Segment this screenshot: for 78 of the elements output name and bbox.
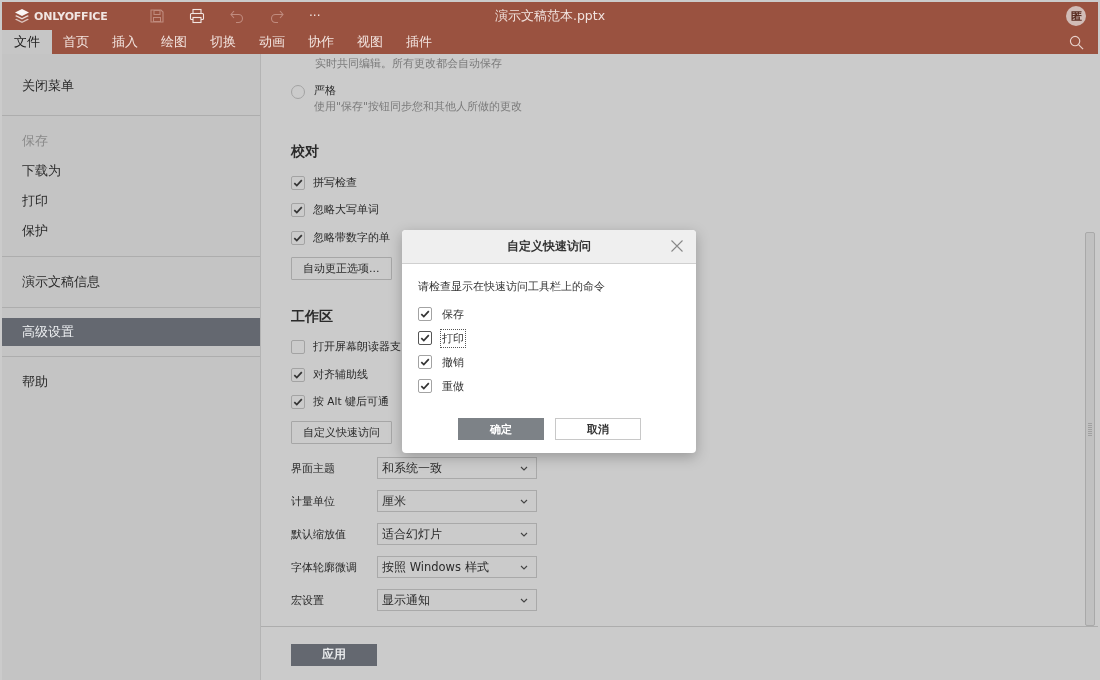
dropdown-value: 适合幻灯片 — [382, 526, 443, 542]
tab[interactable]: 文件 — [2, 30, 52, 54]
checkbox-label: 保存 — [441, 306, 465, 323]
menu-item[interactable]: 打印 — [2, 186, 260, 216]
checkbox-label: 忽略大写单词 — [313, 203, 379, 218]
tab[interactable]: 协作 — [297, 30, 346, 54]
document-title: 演示文稿范本.pptx — [494, 7, 606, 25]
cancel-button[interactable]: 取消 — [555, 418, 641, 440]
dropdown-value: 显示通知 — [382, 592, 431, 608]
settings-button[interactable]: 自定义快速访问 — [291, 421, 392, 444]
caret-icon — [520, 564, 528, 570]
checkbox[interactable] — [418, 331, 432, 345]
print-icon[interactable] — [189, 8, 205, 24]
settings-button[interactable]: 自动更正选项... — [291, 256, 392, 280]
apply-button[interactable]: 应用 — [291, 643, 377, 666]
field-label: 界面主题 — [291, 460, 336, 476]
menu-item[interactable]: 高级设置 — [2, 318, 260, 346]
checkbox[interactable] — [291, 395, 305, 410]
checkbox[interactable] — [291, 175, 305, 190]
field-label: 字体轮廓微调 — [291, 559, 358, 575]
hint-text: 使用"保存"按钮同步您和其他人所做的更改 — [314, 99, 523, 115]
close-icon[interactable] — [671, 240, 683, 252]
caret-icon — [520, 465, 528, 471]
search-icon[interactable] — [1069, 34, 1084, 50]
checkbox-label: 打开屏幕朗读器支 — [313, 340, 401, 355]
checkbox[interactable] — [291, 203, 305, 218]
checkbox-label: 重做 — [441, 378, 465, 395]
tab[interactable]: 插件 — [395, 30, 444, 54]
checkbox-label: 对齐辅助线 — [313, 367, 368, 382]
checkbox-label: 撤销 — [441, 354, 465, 371]
dropdown-field[interactable]: 显示通知 — [377, 589, 537, 611]
caret-icon — [520, 531, 528, 537]
tab[interactable]: 切换 — [199, 30, 248, 54]
user-avatar[interactable]: 匿 — [1066, 6, 1086, 26]
dropdown-field[interactable]: 和系统一致 — [377, 457, 537, 479]
caret-icon — [520, 597, 528, 603]
ok-button[interactable]: 确定 — [458, 418, 544, 440]
section-heading: 工作区 — [291, 307, 333, 326]
dropdown-value: 厘米 — [382, 493, 407, 509]
tab[interactable]: 视图 — [346, 30, 395, 54]
checkbox-label: 打印 — [440, 328, 466, 348]
menu-item[interactable]: 下载为 — [2, 156, 260, 186]
dropdown-value: 按照 Windows 样式 — [382, 559, 490, 575]
checkbox[interactable] — [291, 230, 305, 245]
hint-text: 实时共同编辑。所有更改都会自动保存 — [314, 56, 503, 72]
checkbox-label: 忽略带数字的单 — [313, 230, 390, 245]
scrollbar[interactable] — [1085, 232, 1095, 626]
dropdown-field[interactable]: 按照 Windows 样式 — [377, 556, 537, 578]
checkbox-label: 按 Alt 键后可通 — [313, 395, 389, 410]
field-label: 宏设置 — [291, 592, 325, 608]
dialog-title: 自定义快速访问 — [507, 238, 591, 255]
checkbox[interactable] — [291, 367, 305, 382]
radio-button[interactable] — [291, 85, 305, 99]
more-button[interactable]: ··· — [309, 9, 321, 23]
checkbox-label: 拼写检查 — [313, 175, 357, 190]
menu-item[interactable]: 帮助 — [2, 367, 260, 397]
dropdown-field[interactable]: 适合幻灯片 — [377, 523, 537, 545]
checkbox[interactable] — [418, 355, 432, 369]
checkbox[interactable] — [291, 340, 305, 355]
logo-icon — [14, 8, 30, 24]
checkbox[interactable] — [418, 379, 432, 393]
tab[interactable]: 动画 — [248, 30, 297, 54]
dropdown-value: 和系统一致 — [382, 460, 443, 476]
section-heading: 校对 — [291, 143, 319, 161]
checkbox[interactable] — [418, 307, 432, 321]
field-label: 计量单位 — [291, 493, 336, 509]
menu-item[interactable]: 关闭菜单 — [2, 71, 260, 101]
caret-icon — [520, 498, 528, 504]
dropdown-field[interactable]: 厘米 — [377, 490, 537, 512]
menu-item[interactable]: 保护 — [2, 216, 260, 246]
tab[interactable]: 绘图 — [150, 30, 199, 54]
tab[interactable]: 首页 — [52, 30, 101, 54]
menu-item[interactable]: 演示文稿信息 — [2, 267, 260, 297]
radio-label: 严格 — [314, 83, 337, 99]
dialog-prompt: 请检查显示在快速访问工具栏上的命令 — [418, 279, 606, 294]
app-name: ONLYOFFICE — [34, 9, 108, 23]
tab[interactable]: 插入 — [101, 30, 150, 54]
field-label: 默认缩放值 — [291, 526, 347, 542]
